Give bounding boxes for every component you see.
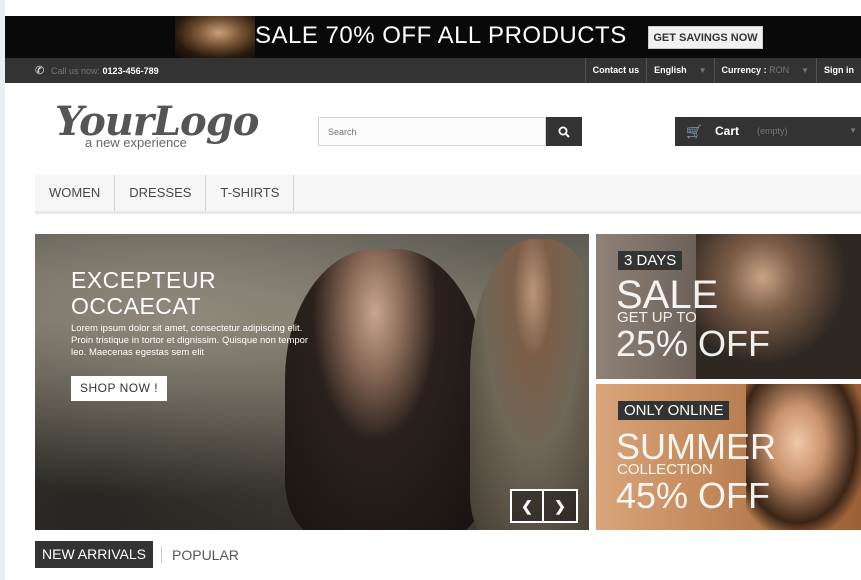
banner-discount: 25% OFF xyxy=(616,323,771,364)
chevron-down-icon: ▼ xyxy=(849,126,857,135)
search-icon xyxy=(558,126,570,138)
tab-popular[interactable]: POPULAR xyxy=(161,545,246,564)
promo-headline: SALE 70% OFF ALL PRODUCTS xyxy=(255,22,627,49)
call-us: ✆ Call us now: 0123-456-789 xyxy=(35,64,159,77)
home-slider[interactable]: EXCEPTEUR OCCAECAT Lorem ipsum dolor sit… xyxy=(35,234,589,530)
get-savings-button[interactable]: GET SAVINGS NOW xyxy=(648,26,763,49)
search-field[interactable] xyxy=(318,117,546,146)
slide-title: EXCEPTEUR OCCAECAT xyxy=(71,267,216,319)
top-nav-bar: ✆ Call us now: 0123-456-789 Contact us En… xyxy=(5,58,861,83)
slider-model-man-image xyxy=(470,239,589,530)
chevron-right-icon: ❯ xyxy=(554,497,566,514)
sign-in-link[interactable]: Sign in xyxy=(816,58,861,83)
chevron-left-icon: ❮ xyxy=(521,497,533,514)
store-page: SALE 70% OFF ALL PRODUCTS GET SAVINGS NO… xyxy=(5,0,861,580)
cart-label: Cart xyxy=(715,124,740,138)
tab-new-arrivals[interactable]: NEW ARRIVALS xyxy=(35,541,153,568)
store-logo[interactable]: YourLogo a new experience xyxy=(55,98,265,154)
banner-tag: 3 DAYS xyxy=(618,251,683,270)
call-label: Call us now: xyxy=(51,66,101,76)
shop-now-button[interactable]: SHOP NOW ! xyxy=(71,376,167,401)
contact-us-link[interactable]: Contact us xyxy=(584,58,647,83)
language-value: English xyxy=(654,65,687,75)
currency-value: RON xyxy=(769,65,790,75)
promo-banner-sale[interactable]: 3 DAYS SALE GET UP TO 25% OFF xyxy=(596,234,861,379)
promo-model-image xyxy=(175,16,255,58)
menu-item-dresses[interactable]: DRESSES xyxy=(115,175,207,211)
promo-banner-summer[interactable]: ONLY ONLINE SUMMER COLLECTION 45% OFF xyxy=(596,384,861,530)
search-input[interactable] xyxy=(319,118,545,145)
slide-title-line1: EXCEPTEUR xyxy=(71,267,217,293)
currency-label: Currency : xyxy=(721,65,767,75)
cart-icon: 🛒 xyxy=(686,124,703,139)
chevron-down-icon: ▼ xyxy=(698,66,707,75)
menu-item-women[interactable]: WOMEN xyxy=(35,175,116,211)
currency-selector[interactable]: Currency : RON ▼ xyxy=(713,58,816,83)
prev-slide-button[interactable]: ❮ xyxy=(510,489,544,523)
logo-tagline: a new experience xyxy=(85,135,187,150)
product-tabs: NEW ARRIVALS POPULAR xyxy=(35,541,246,568)
menu-item-tshirts[interactable]: T-SHIRTS xyxy=(206,175,295,211)
slider-controls: ❮ ❯ xyxy=(510,489,578,523)
language-selector[interactable]: English ▼ xyxy=(646,58,713,83)
banner-tag: ONLY ONLINE xyxy=(618,401,730,420)
nav-right-group: Contact us English ▼ Currency : RON ▼ Sign… xyxy=(584,58,861,83)
promo-banner[interactable]: SALE 70% OFF ALL PRODUCTS GET SAVINGS NO… xyxy=(5,16,861,58)
next-slide-button[interactable]: ❯ xyxy=(544,489,578,523)
phone-icon: ✆ xyxy=(35,65,45,77)
cart-status: (empty) xyxy=(757,126,788,136)
category-menu: WOMEN DRESSES T-SHIRTS xyxy=(35,175,861,214)
cart-button[interactable]: 🛒 Cart (empty) ▼ xyxy=(675,117,861,146)
banner-discount: 45% OFF xyxy=(616,475,771,516)
chevron-down-icon: ▼ xyxy=(801,66,809,75)
slider-model-woman-image xyxy=(285,249,485,530)
slide-title-line2: OCCAECAT xyxy=(71,293,202,319)
slide-description: Lorem ipsum dolor sit amet, consectetur … xyxy=(71,323,309,358)
phone-number: 0123-456-789 xyxy=(102,66,159,76)
search-button[interactable] xyxy=(546,117,582,146)
